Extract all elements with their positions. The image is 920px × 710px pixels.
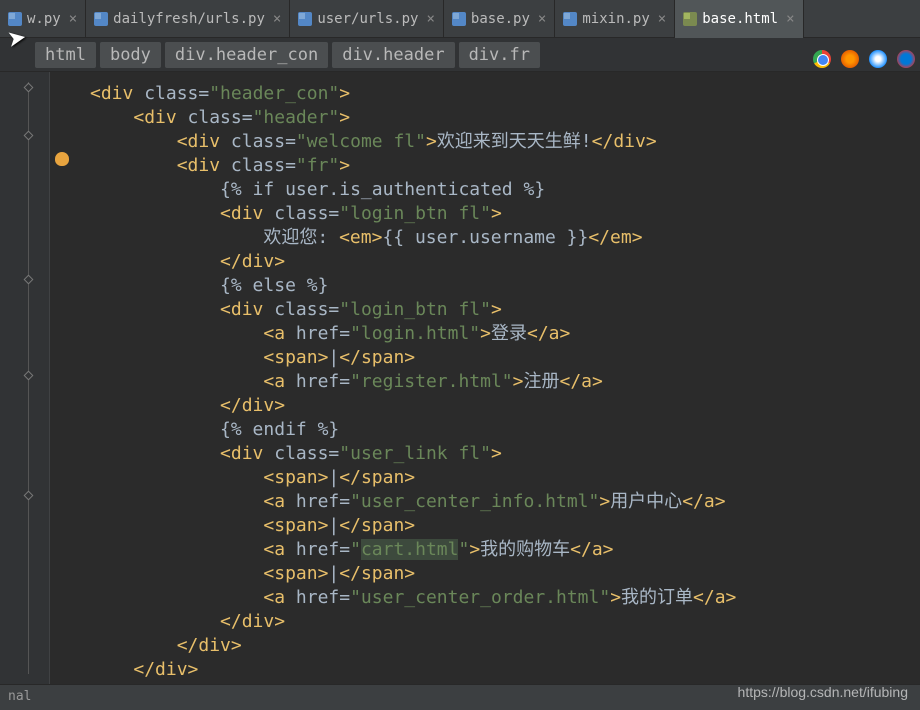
browser-preview-icons xyxy=(813,50,915,68)
lightbulb-icon[interactable] xyxy=(55,152,69,166)
editor-tabs-bar: w.py × dailyfresh/urls.py × user/urls.py… xyxy=(0,0,920,38)
tab-label: base.py xyxy=(471,11,530,27)
editor-area: <div class="header_con"> <div class="hea… xyxy=(0,72,920,684)
python-file-icon xyxy=(298,12,312,26)
crumb-header-con[interactable]: div.header_con xyxy=(165,42,328,68)
tab-label: w.py xyxy=(27,11,61,27)
close-icon[interactable]: × xyxy=(273,11,281,27)
tab-user-urls[interactable]: user/urls.py × xyxy=(290,0,444,38)
close-icon[interactable]: × xyxy=(658,11,666,27)
close-icon[interactable]: × xyxy=(538,11,546,27)
fold-marker[interactable] xyxy=(24,491,34,501)
python-file-icon xyxy=(452,12,466,26)
tab-label: user/urls.py xyxy=(317,11,418,27)
fold-marker[interactable] xyxy=(24,371,34,381)
crumb-fr[interactable]: div.fr xyxy=(459,42,540,68)
firefox-icon[interactable] xyxy=(841,50,859,68)
tab-dailyfresh-urls[interactable]: dailyfresh/urls.py × xyxy=(86,0,290,38)
code-editor[interactable]: <div class="header_con"> <div class="hea… xyxy=(50,72,736,684)
crumb-body[interactable]: body xyxy=(100,42,161,68)
tab-label: mixin.py xyxy=(582,11,649,27)
edge-icon[interactable] xyxy=(897,50,915,68)
html-file-icon xyxy=(683,12,697,26)
python-file-icon xyxy=(94,12,108,26)
crumb-html[interactable]: html xyxy=(35,42,96,68)
tab-base-html[interactable]: base.html × xyxy=(675,0,803,38)
fold-marker[interactable] xyxy=(24,275,34,285)
html-breadcrumb: html body div.header_con div.header div.… xyxy=(0,38,920,72)
tab-base-py[interactable]: base.py × xyxy=(444,0,555,38)
close-icon[interactable]: × xyxy=(426,11,434,27)
safari-icon[interactable] xyxy=(869,50,887,68)
fold-marker[interactable] xyxy=(24,131,34,141)
chrome-icon[interactable] xyxy=(813,50,831,68)
tab-label: dailyfresh/urls.py xyxy=(113,11,265,27)
fold-marker[interactable] xyxy=(24,83,34,93)
watermark: https://blog.csdn.net/ifubing xyxy=(738,684,908,700)
crumb-header[interactable]: div.header xyxy=(332,42,454,68)
terminal-label[interactable]: nal xyxy=(8,689,31,704)
close-icon[interactable]: × xyxy=(786,11,794,27)
python-file-icon xyxy=(563,12,577,26)
tab-mixin-py[interactable]: mixin.py × xyxy=(555,0,675,38)
gutter[interactable] xyxy=(0,72,50,684)
close-icon[interactable]: × xyxy=(69,11,77,27)
tab-label: base.html xyxy=(702,11,778,27)
